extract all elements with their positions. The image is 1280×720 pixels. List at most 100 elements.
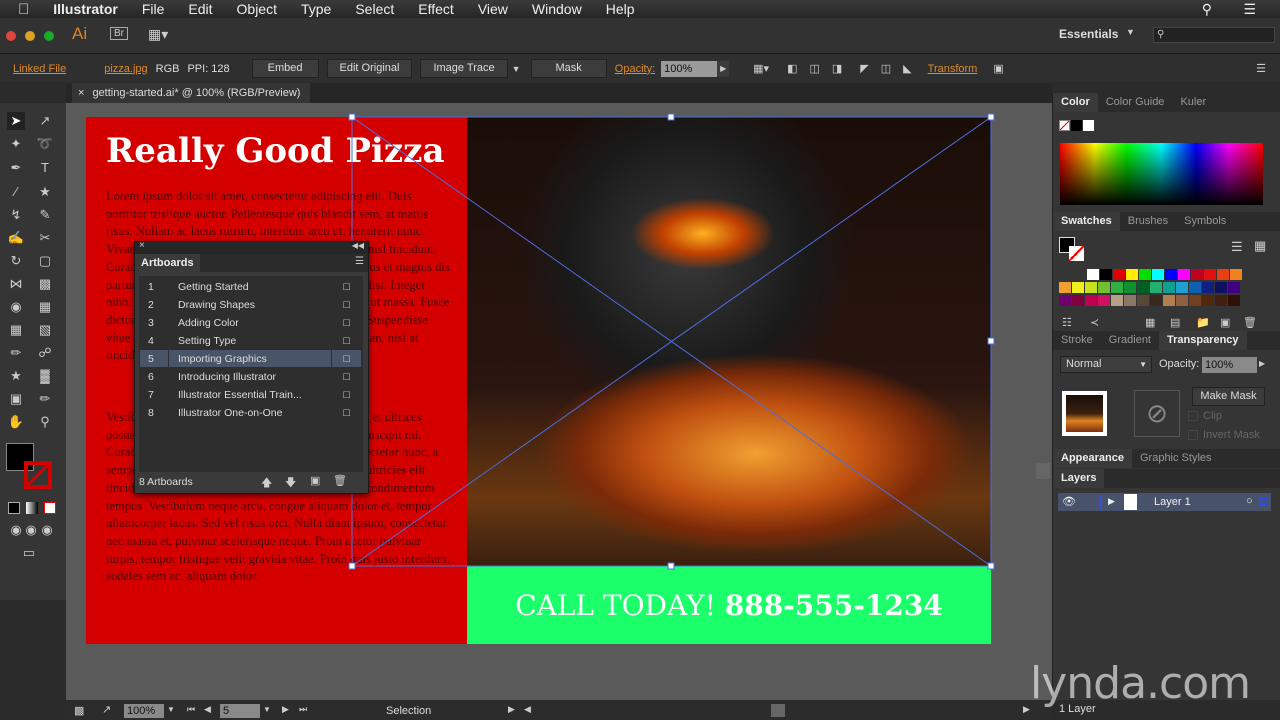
resize-handle[interactable]	[987, 562, 995, 570]
color-swatch[interactable]	[1152, 269, 1164, 280]
color-swatch[interactable]	[1124, 295, 1136, 306]
tab-layers[interactable]: Layers	[1053, 469, 1105, 488]
tab-gradient[interactable]: Gradient	[1101, 331, 1159, 350]
color-swatch[interactable]	[1150, 295, 1162, 306]
color-swatch[interactable]	[1217, 269, 1229, 280]
color-swatch[interactable]	[1126, 269, 1138, 280]
artboard-name[interactable]: Introducing Illustrator	[169, 371, 331, 383]
opacity-mask-placeholder-icon[interactable]: ⊘	[1134, 390, 1180, 437]
artboard-row[interactable]: 3 Adding Color □	[140, 314, 361, 332]
tab-symbols[interactable]: Symbols	[1176, 212, 1234, 231]
artboards-tab[interactable]: Artboards	[135, 254, 200, 272]
status-menu-arrow-icon[interactable]: ▶	[508, 704, 515, 715]
tab-appearance[interactable]: Appearance	[1053, 449, 1132, 468]
color-swatch[interactable]	[1137, 282, 1149, 293]
color-swatch[interactable]	[1189, 282, 1201, 293]
artboard-name[interactable]: Illustrator One-on-One	[169, 407, 331, 419]
move-down-icon[interactable]: 🡇	[285, 474, 296, 493]
layer-name[interactable]: Layer 1	[1154, 496, 1191, 508]
artboard-row[interactable]: 7 Illustrator Essential Train... □	[140, 386, 361, 404]
color-swatch[interactable]	[1059, 295, 1071, 306]
artboard-name[interactable]: Illustrator Essential Train...	[169, 389, 331, 401]
artboard-options-icon[interactable]: □	[331, 404, 361, 421]
tab-kuler[interactable]: Kuler	[1172, 93, 1214, 112]
blend-mode-select[interactable]: Normal ▼	[1060, 356, 1152, 373]
color-swatch[interactable]	[1176, 282, 1188, 293]
artboard-row[interactable]: 1 Getting Started □	[140, 278, 361, 296]
current-tool-status[interactable]: Selection	[386, 705, 431, 717]
color-swatch[interactable]	[1191, 269, 1203, 280]
artboard-options-icon[interactable]: □	[331, 332, 361, 349]
new-artboard-icon[interactable]: ▣	[310, 474, 320, 487]
resize-handle[interactable]	[987, 113, 995, 121]
artboard-name[interactable]: Adding Color	[169, 317, 331, 329]
resize-handle[interactable]	[987, 337, 995, 345]
invert-mask-checkbox[interactable]	[1188, 430, 1198, 440]
gpu-preview-icon[interactable]: ▩	[74, 704, 84, 717]
color-swatch[interactable]	[1098, 295, 1110, 306]
list-view-icon[interactable]: ☰	[1231, 239, 1243, 255]
color-swatch[interactable]	[1228, 282, 1240, 293]
color-swatch[interactable]	[1100, 269, 1112, 280]
tab-swatches[interactable]: Swatches	[1053, 212, 1120, 231]
artboard-row[interactable]: 8 Illustrator One-on-One □	[140, 404, 361, 422]
zoom-level-input[interactable]: 100%	[124, 704, 164, 718]
color-swatch[interactable]	[1228, 295, 1240, 306]
artboard-options-icon[interactable]: □	[331, 386, 361, 403]
none-color-swatch[interactable]	[1059, 120, 1070, 131]
color-swatch[interactable]	[1111, 295, 1123, 306]
color-swatch[interactable]	[1098, 282, 1110, 293]
artboard-name[interactable]: Drawing Shapes	[169, 299, 331, 311]
visibility-eye-icon[interactable]: 👁	[1062, 495, 1076, 508]
resize-handle[interactable]	[348, 113, 356, 121]
swatch-options-icon[interactable]: ▦	[1145, 316, 1155, 329]
white-color-swatch[interactable]	[1083, 120, 1094, 131]
artboard-name[interactable]: Getting Started	[169, 281, 331, 293]
color-swatch[interactable]	[1087, 269, 1099, 280]
color-swatch[interactable]	[1204, 269, 1216, 280]
first-artboard-icon[interactable]: ⏮	[187, 704, 195, 715]
make-mask-button[interactable]: Make Mask	[1192, 387, 1265, 406]
color-swatch[interactable]	[1059, 282, 1071, 293]
object-thumbnail[interactable]	[1062, 391, 1107, 436]
scroll-right-icon[interactable]: ▶	[1023, 704, 1030, 715]
tab-brushes[interactable]: Brushes	[1120, 212, 1176, 231]
next-artboard-icon[interactable]: ▶	[282, 704, 289, 715]
artboard-options-icon[interactable]: □	[331, 296, 361, 313]
color-swatch[interactable]	[1178, 269, 1190, 280]
horizontal-scrollbar-thumb[interactable]	[771, 704, 785, 717]
target-circle-icon[interactable]: ○	[1246, 495, 1253, 507]
swatch-libraries-icon[interactable]: ☷	[1062, 316, 1072, 329]
resize-handle[interactable]	[348, 562, 356, 570]
share-icon[interactable]: ↗	[102, 703, 111, 716]
artboard-row[interactable]: 5 Importing Graphics □	[140, 350, 361, 368]
zoom-dropdown-icon[interactable]: ▼	[167, 705, 175, 714]
color-spectrum[interactable]	[1060, 143, 1263, 205]
color-swatch[interactable]	[1150, 282, 1162, 293]
color-swatch[interactable]	[1189, 295, 1201, 306]
transparency-opacity-input[interactable]: 100%	[1202, 357, 1257, 373]
color-swatch[interactable]	[1124, 282, 1136, 293]
selection-indicator-icon[interactable]	[1260, 498, 1267, 505]
new-swatch-icon[interactable]: ▣	[1220, 316, 1230, 329]
tab-color-guide[interactable]: Color Guide	[1098, 93, 1173, 112]
previous-artboard-icon[interactable]: ◀	[204, 704, 211, 715]
vertical-scrollbar-thumb[interactable]	[1036, 463, 1050, 479]
tab-color[interactable]: Color	[1053, 93, 1098, 112]
delete-swatch-icon[interactable]: 🗑	[1243, 316, 1257, 329]
swatch-stroke-indicator[interactable]	[1069, 246, 1084, 261]
artboard-name[interactable]: Importing Graphics	[169, 353, 331, 365]
color-swatch[interactable]	[1202, 295, 1214, 306]
artboard-options-icon[interactable]: □	[331, 314, 361, 331]
color-swatch[interactable]	[1215, 282, 1227, 293]
color-swatch[interactable]	[1202, 282, 1214, 293]
last-artboard-icon[interactable]: ⏭	[299, 704, 307, 715]
artboard-options-icon[interactable]: □	[331, 368, 361, 385]
tab-transparency[interactable]: Transparency	[1159, 331, 1247, 350]
artboard-row[interactable]: 2 Drawing Shapes □	[140, 296, 361, 314]
close-panel-icon[interactable]: ×	[139, 240, 145, 251]
artboard-options-icon[interactable]: □	[331, 278, 361, 295]
scroll-left-icon[interactable]: ◀	[524, 704, 531, 715]
tab-stroke[interactable]: Stroke	[1053, 331, 1101, 350]
grid-view-icon[interactable]: ▦	[1254, 238, 1266, 254]
